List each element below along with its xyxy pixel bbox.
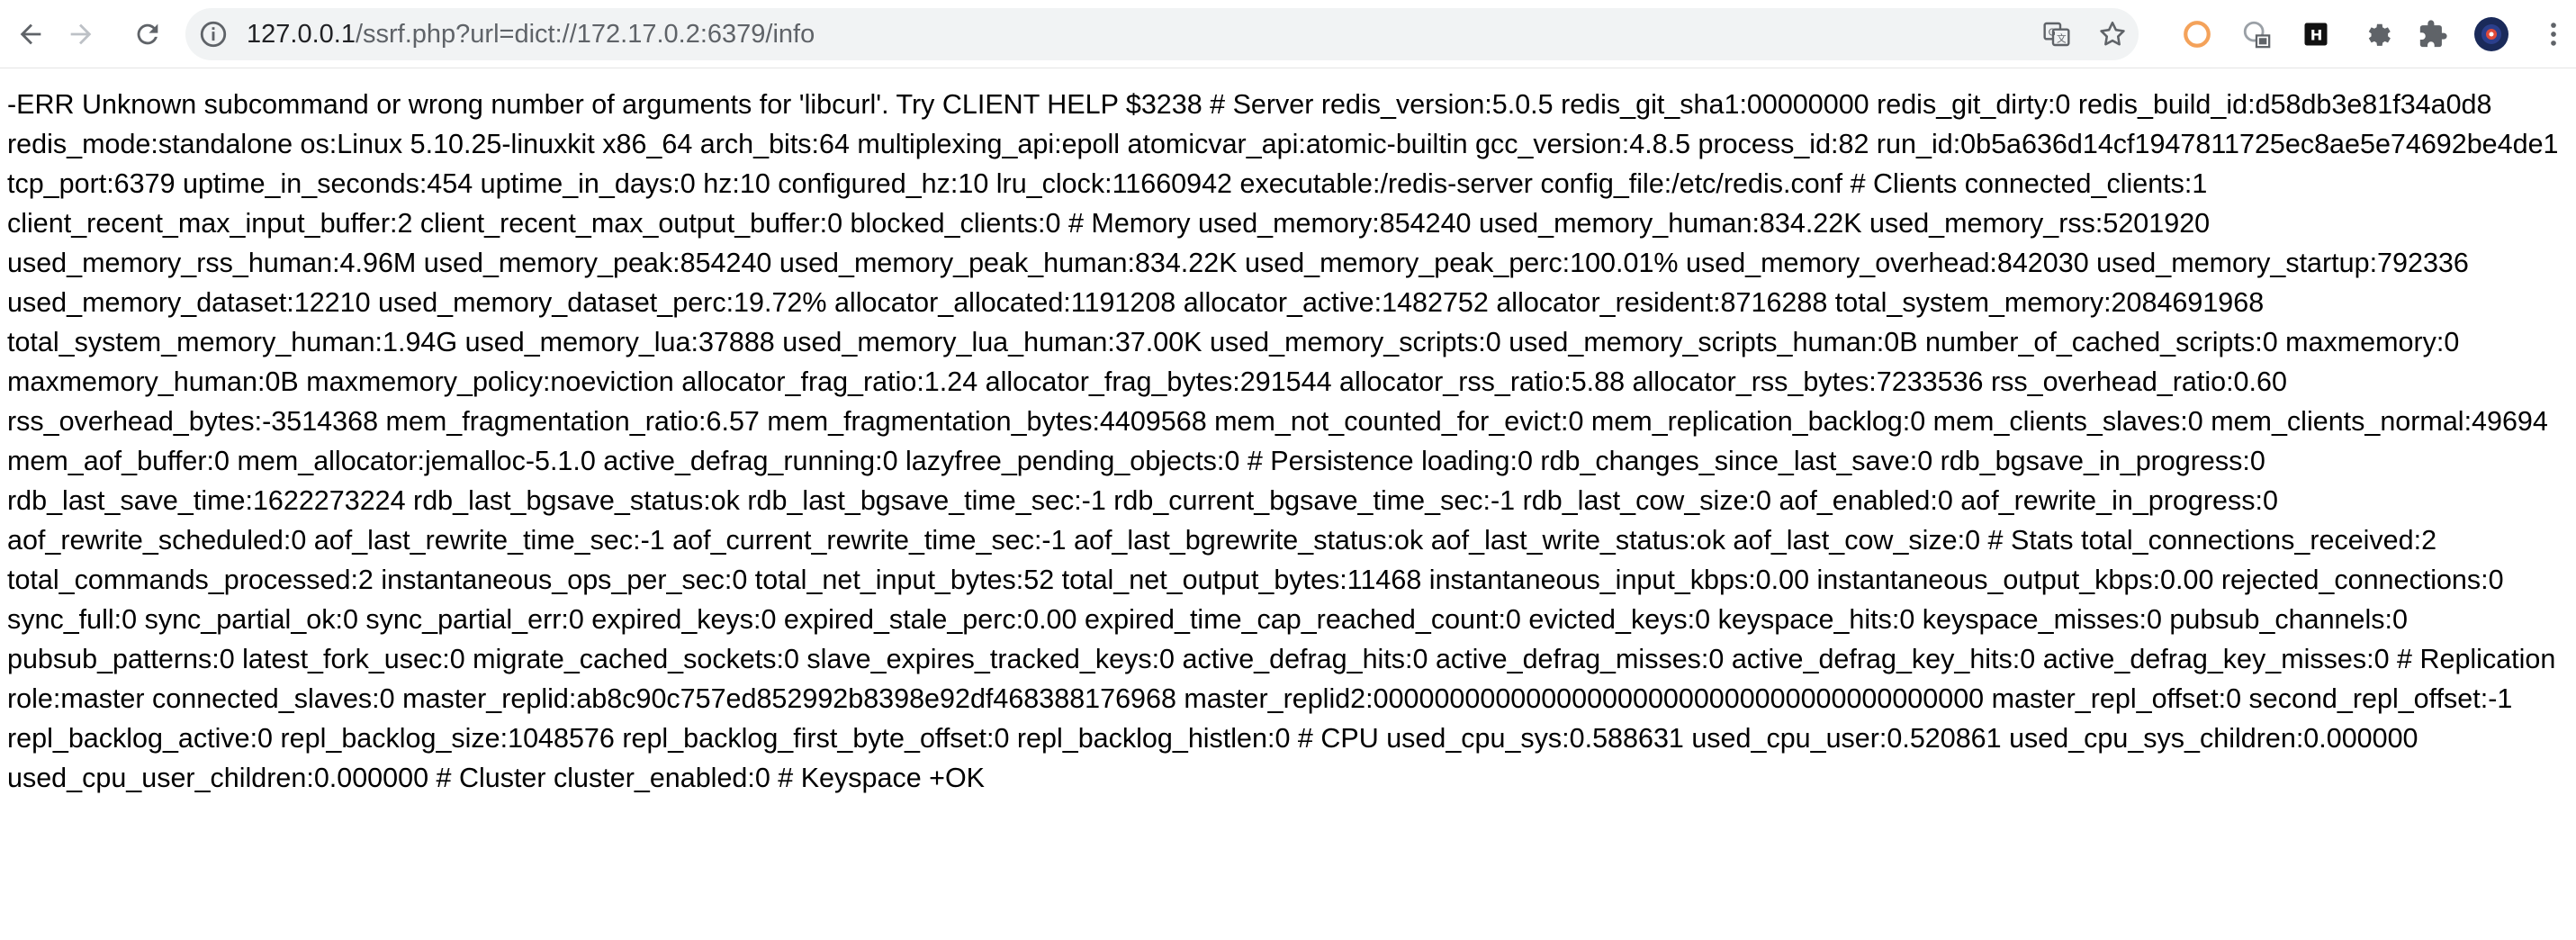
back-icon	[20, 23, 41, 45]
url-text[interactable]: 127.0.0.1/ssrf.php?url=dict://172.17.0.2…	[247, 8, 815, 60]
menu-icon[interactable]	[2538, 19, 2569, 50]
url-path: /ssrf.php?url=dict://172.17.0.2:6379/inf…	[355, 20, 815, 49]
info-icon[interactable]	[198, 19, 229, 50]
address-bar[interactable]: 127.0.0.1/ssrf.php?url=dict://172.17.0.2…	[185, 8, 2139, 60]
forward-icon	[70, 23, 92, 45]
page-body-text: -ERR Unknown subcommand or wrong number …	[7, 89, 2559, 793]
puzzle-icon[interactable]	[2418, 19, 2448, 50]
forward-button[interactable]	[59, 13, 103, 56]
translate-icon[interactable]: G 文	[2041, 19, 2072, 50]
avatar[interactable]	[2473, 16, 2509, 52]
browser-toolbar: 127.0.0.1/ssrf.php?url=dict://172.17.0.2…	[0, 0, 2576, 68]
extension-h-icon[interactable]: H	[2301, 19, 2331, 50]
star-icon[interactable]	[2097, 19, 2128, 50]
svg-text:G: G	[2049, 26, 2056, 38]
svg-text:H: H	[2310, 26, 2323, 43]
extension-network-icon[interactable]	[2241, 19, 2272, 50]
reload-button[interactable]	[126, 13, 169, 56]
url-host: 127.0.0.1	[247, 20, 356, 49]
reload-icon	[137, 23, 158, 45]
extension-orange-icon[interactable]	[2182, 19, 2212, 50]
svg-text:文: 文	[2057, 33, 2067, 45]
gear-icon[interactable]	[2362, 19, 2392, 50]
back-button[interactable]	[9, 13, 52, 56]
